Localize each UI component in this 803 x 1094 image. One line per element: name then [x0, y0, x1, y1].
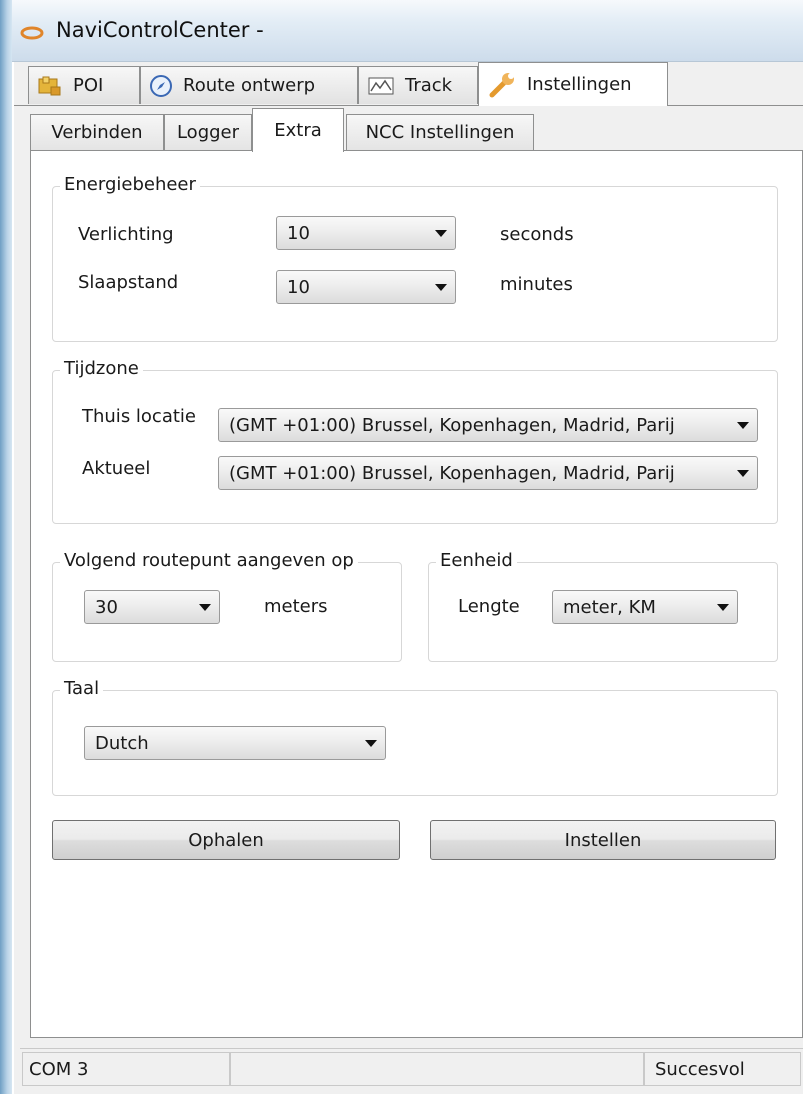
length-unit-combo[interactable]: meter, KM	[552, 590, 738, 624]
subtab-verbinden-label: Verbinden	[51, 122, 143, 143]
sleep-value: 10	[287, 276, 310, 298]
energy-group-title: Energiebeheer	[60, 174, 200, 195]
subtab-logger[interactable]: Logger	[164, 114, 252, 150]
current-location-label: Aktueel	[82, 458, 151, 479]
status-spacer	[230, 1052, 644, 1086]
window-frame-edge	[0, 0, 12, 1094]
chevron-down-icon	[357, 739, 385, 747]
main-tab-divider	[14, 105, 803, 106]
home-location-label: Thuis locatie	[82, 406, 196, 427]
sleep-combo[interactable]: 10	[276, 270, 456, 304]
units-group-title: Eenheid	[436, 550, 517, 571]
chevron-down-icon	[427, 283, 455, 291]
lighting-unit: seconds	[500, 224, 574, 245]
apply-button[interactable]: Instellen	[430, 820, 776, 860]
tab-route-ontwerp[interactable]: Route ontwerp	[140, 66, 358, 104]
current-timezone-value: (GMT +01:00) Brussel, Kopenhagen, Madrid…	[229, 462, 675, 484]
chevron-down-icon	[427, 229, 455, 237]
tab-poi[interactable]: POI	[28, 66, 140, 104]
window-title: NaviControlCenter -	[56, 18, 264, 42]
chevron-down-icon	[709, 603, 737, 611]
home-timezone-combo[interactable]: (GMT +01:00) Brussel, Kopenhagen, Madrid…	[218, 408, 758, 442]
language-group-title: Taal	[60, 678, 104, 699]
lighting-value: 10	[287, 222, 310, 244]
waypoint-group-title: Volgend routepunt aangeven op	[60, 550, 358, 571]
tab-track[interactable]: Track	[358, 66, 478, 104]
waypoint-distance-value: 30	[95, 596, 118, 618]
track-icon	[368, 77, 394, 94]
language-combo[interactable]: Dutch	[84, 726, 386, 760]
tab-instellingen[interactable]: Instellingen	[478, 62, 668, 106]
sleep-label: Slaapstand	[78, 272, 179, 293]
tab-track-label: Track	[405, 75, 453, 96]
lighting-label: Verlichting	[78, 224, 174, 245]
length-label: Lengte	[458, 596, 520, 617]
timezone-group	[52, 370, 778, 524]
subtab-logger-label: Logger	[176, 122, 240, 143]
subtab-ncc-instellingen[interactable]: NCC Instellingen	[346, 114, 534, 150]
chevron-down-icon	[729, 421, 757, 429]
timezone-group-title: Tijdzone	[60, 358, 143, 379]
subtab-verbinden[interactable]: Verbinden	[30, 114, 164, 150]
chevron-down-icon	[191, 603, 219, 611]
subtab-ncc-instellingen-label: NCC Instellingen	[365, 122, 515, 143]
lighting-combo[interactable]: 10	[276, 216, 456, 250]
wrench-icon	[489, 72, 514, 97]
language-value: Dutch	[95, 732, 149, 754]
compass-icon	[150, 74, 172, 97]
waypoint-distance-combo[interactable]: 30	[84, 590, 220, 624]
tab-route-ontwerp-label: Route ontwerp	[183, 75, 316, 96]
status-result: Succesvol	[644, 1052, 801, 1086]
sleep-unit: minutes	[500, 274, 573, 295]
home-timezone-value: (GMT +01:00) Brussel, Kopenhagen, Madrid…	[229, 414, 675, 436]
tab-poi-label: POI	[73, 75, 104, 96]
current-timezone-combo[interactable]: (GMT +01:00) Brussel, Kopenhagen, Madrid…	[218, 456, 758, 490]
status-port: COM 3	[22, 1052, 230, 1086]
waypoint-unit: meters	[264, 596, 328, 617]
app-icon	[20, 26, 44, 40]
chevron-down-icon	[729, 469, 757, 477]
tab-instellingen-label: Instellingen	[527, 74, 632, 95]
poi-icon	[38, 76, 61, 95]
fetch-button[interactable]: Ophalen	[52, 820, 400, 860]
energy-group	[52, 186, 778, 342]
subtab-extra[interactable]: Extra	[252, 108, 344, 152]
length-unit-value: meter, KM	[563, 596, 656, 618]
subtab-extra-label: Extra	[274, 120, 322, 141]
